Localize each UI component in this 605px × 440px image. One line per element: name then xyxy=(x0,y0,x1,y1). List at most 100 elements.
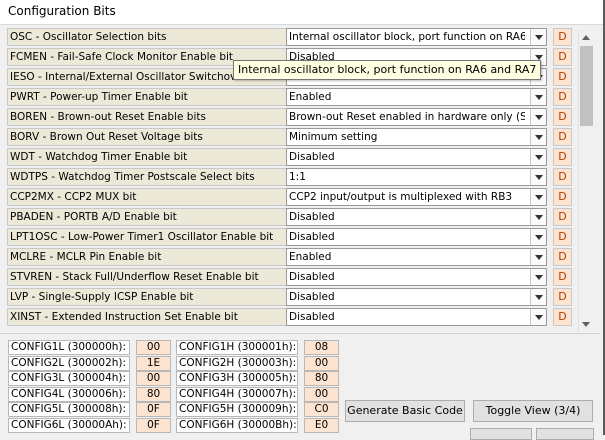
chevron-down-icon[interactable] xyxy=(530,149,546,165)
config-register-hex-value[interactable]: 08 xyxy=(304,340,339,355)
config-bit-dropdown[interactable]: Minimum setting xyxy=(286,128,547,146)
config-bit-dropdown[interactable]: Disabled xyxy=(286,308,547,326)
config-bit-row: LVP - Single-Supply ICSP Enable bit Disab… xyxy=(0,288,580,306)
default-flag-badge: D xyxy=(553,248,572,266)
chevron-down-icon[interactable] xyxy=(530,249,546,265)
chevron-down-icon[interactable] xyxy=(530,189,546,205)
config-bit-dropdown[interactable]: Disabled xyxy=(286,148,547,166)
chevron-down-icon[interactable] xyxy=(530,269,546,285)
config-register-label: CONFIG2H (300003h): xyxy=(176,355,298,371)
config-bit-row: OSC - Oscillator Selection bits Internal … xyxy=(0,28,580,46)
dropdown-selected-value: Disabled xyxy=(289,211,335,223)
dropdown-selected-value: Brown-out Reset enabled in hardware only… xyxy=(289,111,525,123)
config-bit-dropdown[interactable]: Brown-out Reset enabled in hardware only… xyxy=(286,108,547,126)
default-flag-badge: D xyxy=(553,88,572,106)
config-register-label: CONFIG1H (300001h): xyxy=(176,340,298,355)
config-register-label: CONFIG5H (300009h): xyxy=(176,402,298,417)
partial-button-left[interactable] xyxy=(470,428,532,440)
config-register-hex-value[interactable]: 00 xyxy=(304,386,339,402)
chevron-down-icon[interactable] xyxy=(530,89,546,105)
default-flag-badge: D xyxy=(553,108,572,126)
config-bit-dropdown[interactable]: Internal oscillator block, port function… xyxy=(286,28,547,46)
config-bit-dropdown[interactable]: CCP2 input/output is multiplexed with RB… xyxy=(286,188,547,206)
chevron-down-icon[interactable] xyxy=(530,209,546,225)
chevron-down-icon[interactable] xyxy=(530,229,546,245)
config-bit-label: XINST - Extended Instruction Set Enable … xyxy=(7,308,287,326)
config-register-hex-value[interactable]: 0F xyxy=(136,402,171,417)
config-bit-label: MCLRE - MCLR Pin Enable bit xyxy=(7,248,287,266)
scrollbar-vertical[interactable] xyxy=(578,30,594,332)
config-bit-label: STVREN - Stack Full/Underflow Reset Enab… xyxy=(7,268,287,286)
dropdown-selected-value: Disabled xyxy=(289,291,335,303)
dropdown-selected-value: Internal oscillator block, port function… xyxy=(289,31,525,43)
chevron-down-icon[interactable] xyxy=(530,169,546,185)
config-register-hex-value[interactable]: 00 xyxy=(136,371,171,386)
scrollbar-thumb[interactable] xyxy=(580,46,593,126)
config-register-label: CONFIG6L (30000Ah): xyxy=(8,417,130,433)
dropdown-selected-value: Disabled xyxy=(289,311,335,323)
config-bit-label: BORV - Brown Out Reset Voltage bits xyxy=(7,128,287,146)
config-bit-dropdown[interactable]: Enabled xyxy=(286,248,547,266)
chevron-down-icon[interactable] xyxy=(530,309,546,325)
default-flag-badge: D xyxy=(553,128,572,146)
window-title-bar: Configuration Bits xyxy=(0,0,605,25)
config-bit-dropdown[interactable]: Disabled xyxy=(286,228,547,246)
config-register-hex-value[interactable]: 1E xyxy=(136,355,171,371)
default-flag-badge: D xyxy=(553,168,572,186)
config-bit-row: WDTPS - Watchdog Timer Postscale Select … xyxy=(0,168,580,186)
config-bit-label: CCP2MX - CCP2 MUX bit xyxy=(7,188,287,206)
config-bit-dropdown[interactable]: Disabled xyxy=(286,208,547,226)
partial-button-right[interactable] xyxy=(536,428,594,440)
config-bit-row: BOREN - Brown-out Reset Enable bits Brown… xyxy=(0,108,580,126)
config-bit-row: PBADEN - PORTB A/D Enable bit Disabled D xyxy=(0,208,580,226)
config-bit-row: CCP2MX - CCP2 MUX bit CCP2 input/output i… xyxy=(0,188,580,206)
config-register-label: CONFIG1L (300000h): xyxy=(8,340,130,355)
default-flag-badge: D xyxy=(553,148,572,166)
generate-basic-code-button[interactable]: Generate Basic Code xyxy=(345,400,465,422)
config-bit-label: WDTPS - Watchdog Timer Postscale Select … xyxy=(7,168,287,186)
config-register-label: CONFIG3L (300004h): xyxy=(8,371,130,386)
chevron-down-icon[interactable] xyxy=(530,289,546,305)
config-bit-dropdown[interactable]: 1:1 xyxy=(286,168,547,186)
default-flag-badge: D xyxy=(553,48,572,66)
toggle-view-button[interactable]: Toggle View (3/4) xyxy=(473,400,593,422)
config-bit-label: PBADEN - PORTB A/D Enable bit xyxy=(7,208,287,226)
config-register-label: CONFIG6H (30000Bh): xyxy=(176,417,298,433)
dropdown-selected-value: Disabled xyxy=(289,271,335,283)
dropdown-selected-value: CCP2 input/output is multiplexed with RB… xyxy=(289,191,513,203)
scroll-up-arrow-icon[interactable] xyxy=(579,30,594,45)
dropdown-selected-value: 1:1 xyxy=(289,171,306,183)
config-bit-label: OSC - Oscillator Selection bits xyxy=(7,28,287,46)
config-register-hex-value[interactable]: 00 xyxy=(136,340,171,355)
config-register-label: CONFIG3H (300005h): xyxy=(176,371,298,386)
default-flag-badge: D xyxy=(553,268,572,286)
chevron-down-icon[interactable] xyxy=(530,29,546,45)
chevron-down-icon[interactable] xyxy=(530,129,546,145)
value-tooltip: Internal oscillator block, port function… xyxy=(233,60,542,80)
config-bit-row: XINST - Extended Instruction Set Enable … xyxy=(0,308,580,326)
config-register-hex-value[interactable]: C0 xyxy=(304,402,339,417)
config-bit-dropdown[interactable]: Disabled xyxy=(286,288,547,306)
default-flag-badge: D xyxy=(553,228,572,246)
config-register-label: CONFIG5L (300008h): xyxy=(8,402,130,417)
config-bit-label: WDT - Watchdog Timer Enable bit xyxy=(7,148,287,166)
config-register-hex-value[interactable]: 0F xyxy=(136,417,171,433)
config-bit-row: BORV - Brown Out Reset Voltage bits Minim… xyxy=(0,128,580,146)
config-bit-dropdown[interactable]: Disabled xyxy=(286,268,547,286)
section-divider xyxy=(0,333,600,334)
dropdown-selected-value: Disabled xyxy=(289,151,335,163)
dropdown-selected-value: Enabled xyxy=(289,251,332,263)
scroll-down-arrow-icon[interactable] xyxy=(579,317,594,332)
config-register-hex-value[interactable]: 00 xyxy=(304,355,339,371)
config-bit-row: LPT1OSC - Low-Power Timer1 Oscillator En… xyxy=(0,228,580,246)
config-register-hex-value[interactable]: E0 xyxy=(304,417,339,433)
dropdown-selected-value: Minimum setting xyxy=(289,131,378,143)
default-flag-badge: D xyxy=(553,208,572,226)
chevron-down-icon[interactable] xyxy=(530,109,546,125)
default-flag-badge: D xyxy=(553,28,572,46)
config-bit-dropdown[interactable]: Enabled xyxy=(286,88,547,106)
config-bit-label: BOREN - Brown-out Reset Enable bits xyxy=(7,108,287,126)
config-bit-label: LPT1OSC - Low-Power Timer1 Oscillator En… xyxy=(7,228,287,246)
config-register-hex-value[interactable]: 80 xyxy=(304,371,339,386)
config-register-hex-value[interactable]: 80 xyxy=(136,386,171,402)
